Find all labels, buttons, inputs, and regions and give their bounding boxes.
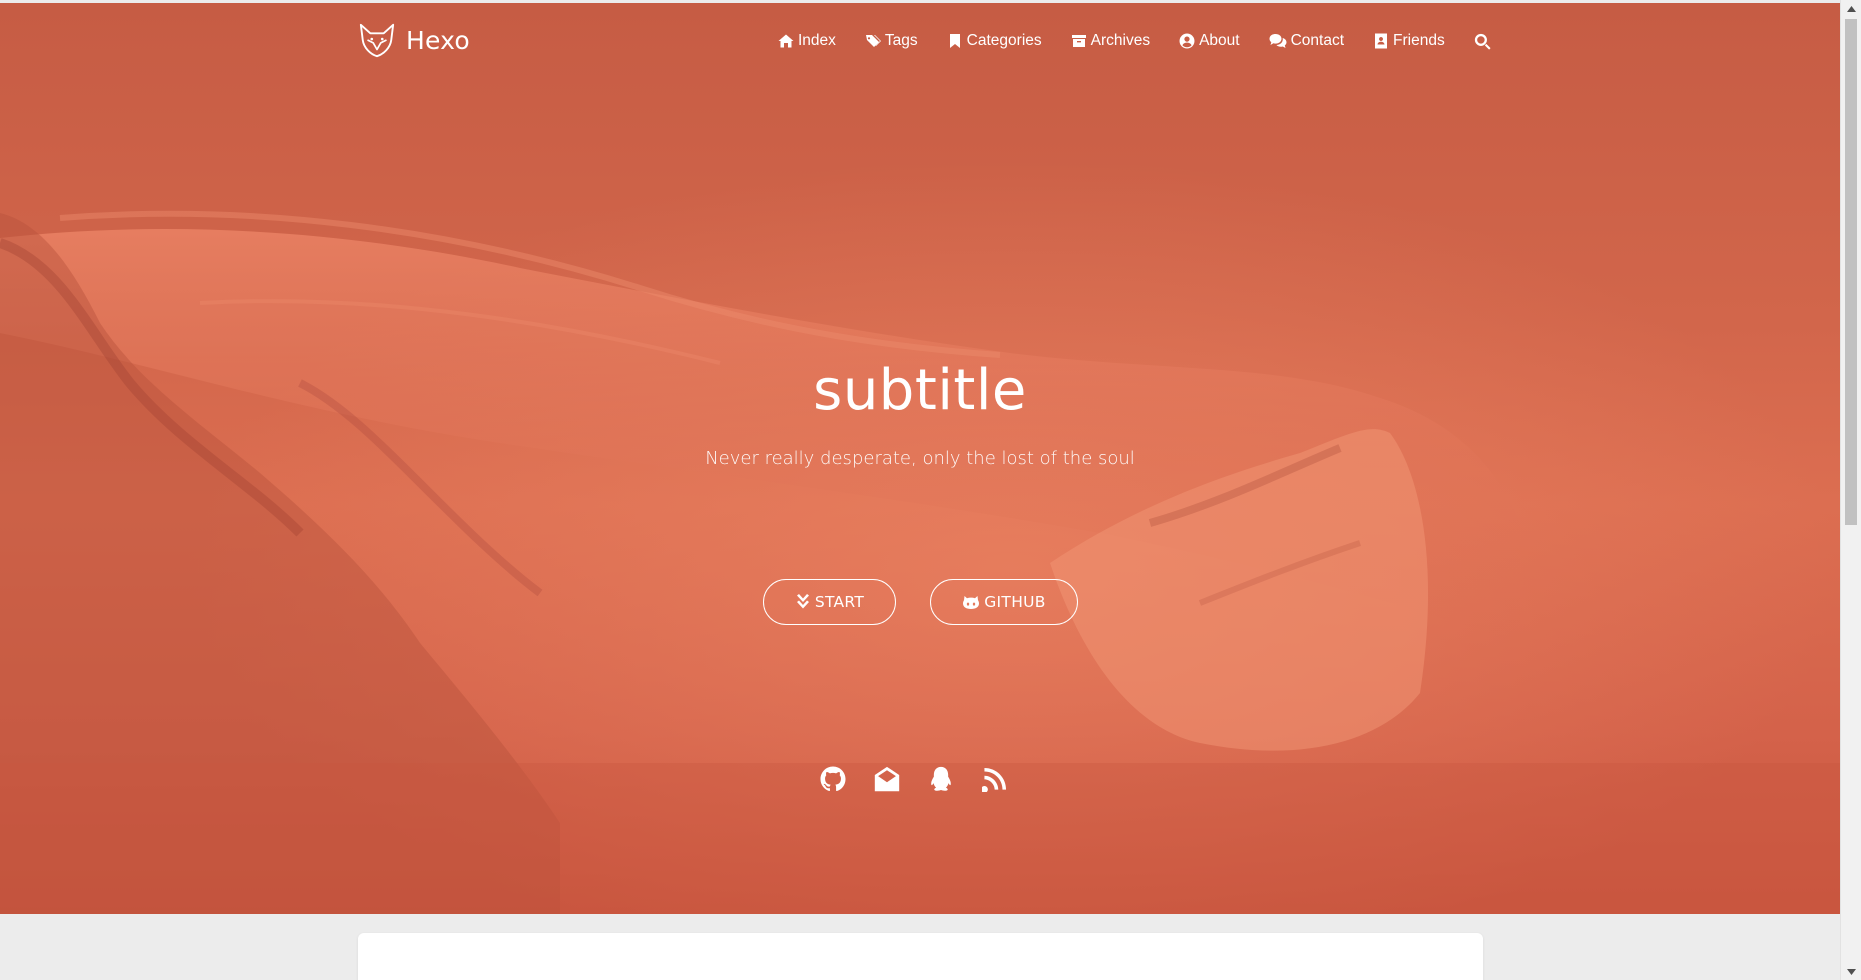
scroll-up-arrow[interactable] <box>1841 0 1861 17</box>
nav-item-archives[interactable]: Archives <box>1071 32 1150 50</box>
user-circle-icon <box>1179 33 1195 49</box>
post-list-card <box>358 933 1483 980</box>
address-card-icon <box>1375 33 1388 49</box>
nav-item-label: Friends <box>1393 32 1445 49</box>
nav-item-label: Categories <box>966 32 1042 49</box>
nav-item-friends[interactable]: Friends <box>1373 32 1445 50</box>
nav-item-label: Archives <box>1090 32 1151 49</box>
nav-item-categories[interactable]: Categories <box>947 32 1042 50</box>
start-button-label: START <box>814 593 865 611</box>
brand-name: Hexo <box>406 25 470 55</box>
scroll-down-arrow[interactable] <box>1841 963 1861 980</box>
envelope-open-icon <box>874 766 900 792</box>
hero-title: subtitle <box>813 358 1027 423</box>
tags-icon <box>865 35 881 47</box>
social-github-link[interactable] <box>820 766 846 792</box>
nav-item-label: Tags <box>884 32 918 49</box>
social-links <box>820 766 1008 793</box>
page-scrollbar[interactable] <box>1840 0 1861 980</box>
angle-double-down-icon <box>796 594 809 609</box>
github-button-label: GITHUB <box>984 593 1046 611</box>
social-rss-link[interactable] <box>981 766 1008 793</box>
nav-item-contact[interactable]: Contact <box>1269 32 1344 50</box>
archive-icon <box>1071 35 1086 47</box>
triangle-up-icon <box>1846 5 1856 12</box>
hero-banner: Hexo Index Tags Categories Archives Abou… <box>0 3 1840 914</box>
nav-item-label: About <box>1199 32 1240 49</box>
nav-item-index[interactable]: Index <box>778 32 836 50</box>
brand-link[interactable]: Hexo <box>358 19 470 61</box>
hero-tagline: Never really desperate, only the lost of… <box>705 448 1135 469</box>
browser-viewport: Hexo Index Tags Categories Archives Abou… <box>0 0 1861 980</box>
search-icon <box>1474 33 1491 50</box>
home-icon <box>778 34 794 48</box>
social-qq-link[interactable] <box>928 766 954 792</box>
github-alt-icon <box>963 596 980 609</box>
start-button[interactable]: START <box>763 579 896 625</box>
github-button[interactable]: GITHUB <box>930 579 1078 625</box>
qq-icon <box>931 766 951 791</box>
search-button[interactable] <box>1474 33 1491 50</box>
triangle-down-icon <box>1846 968 1856 975</box>
scrollbar-thumb[interactable] <box>1845 19 1857 525</box>
github-icon <box>820 766 846 792</box>
top-navbar: Hexo Index Tags Categories Archives Abou… <box>0 3 1840 77</box>
nav-item-about[interactable]: About <box>1179 32 1240 50</box>
nav-item-label: Contact <box>1290 32 1345 49</box>
nav-item-label: Index <box>798 32 836 49</box>
fox-logo-icon <box>359 23 395 58</box>
bookmark-icon <box>949 34 960 48</box>
nav-item-tags[interactable]: Tags <box>865 32 918 50</box>
social-email-link[interactable] <box>874 766 900 792</box>
rss-icon <box>981 767 1007 793</box>
main-nav: Index Tags Categories Archives About Con… <box>778 29 1491 53</box>
comments-icon <box>1269 34 1287 48</box>
